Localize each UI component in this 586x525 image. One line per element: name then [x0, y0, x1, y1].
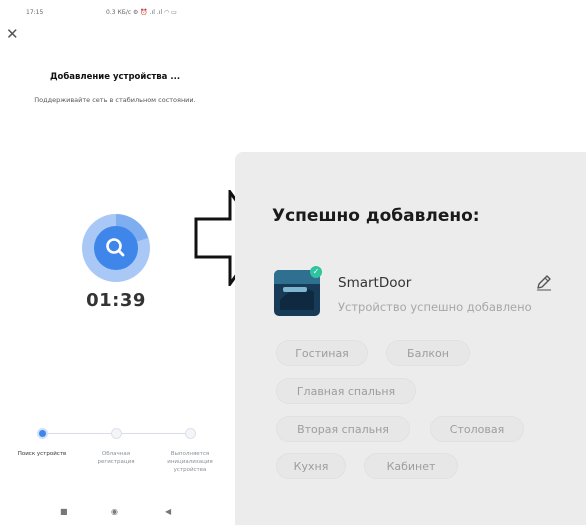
room-chip[interactable]: Вторая спальня: [276, 416, 410, 442]
status-icons: 0.3 КБ/с ⚙ ⏰ .ıl .ıl ◠ ▭: [106, 9, 177, 16]
step-1-label: Поиск устройств: [17, 451, 67, 457]
search-spinner: [82, 214, 150, 282]
pencil-icon[interactable]: [535, 273, 553, 291]
page-subtitle: Поддерживайте сеть в стабильном состояни…: [34, 96, 196, 104]
success-check-icon: ✓: [310, 266, 322, 278]
room-chip[interactable]: Столовая: [430, 416, 524, 442]
status-bar: 17:15 0.3 КБ/с ⚙ ⏰ .ıl .ıl ◠ ▭: [26, 9, 177, 16]
circle-nav-icon[interactable]: ◉: [111, 507, 118, 516]
square-nav-icon[interactable]: ■: [60, 507, 68, 516]
success-title: Успешно добавлено:: [272, 206, 480, 226]
room-chip[interactable]: Гостиная: [276, 340, 368, 366]
status-time: 17:15: [26, 9, 44, 16]
step-2-dot: [111, 428, 122, 439]
step-2-label: Облачная регистрация: [97, 451, 135, 465]
device-status: Устройство успешно добавлено: [338, 300, 532, 314]
device-name: SmartDoor: [338, 275, 412, 291]
step-3-dot: [185, 428, 196, 439]
room-chip[interactable]: Балкон: [386, 340, 470, 366]
room-chip[interactable]: Кухня: [276, 453, 346, 479]
step-3-label: Выполняется инициализация устройства: [167, 451, 213, 473]
room-chip[interactable]: Главная спальня: [276, 378, 416, 404]
page-title: Добавление устройства ...: [49, 72, 181, 82]
back-nav-icon[interactable]: ◀: [165, 507, 171, 516]
countdown-timer: 01:39: [86, 290, 146, 311]
step-1-dot: [37, 428, 48, 439]
room-chip[interactable]: Кабинет: [364, 453, 458, 479]
close-icon[interactable]: ✕: [6, 27, 19, 42]
